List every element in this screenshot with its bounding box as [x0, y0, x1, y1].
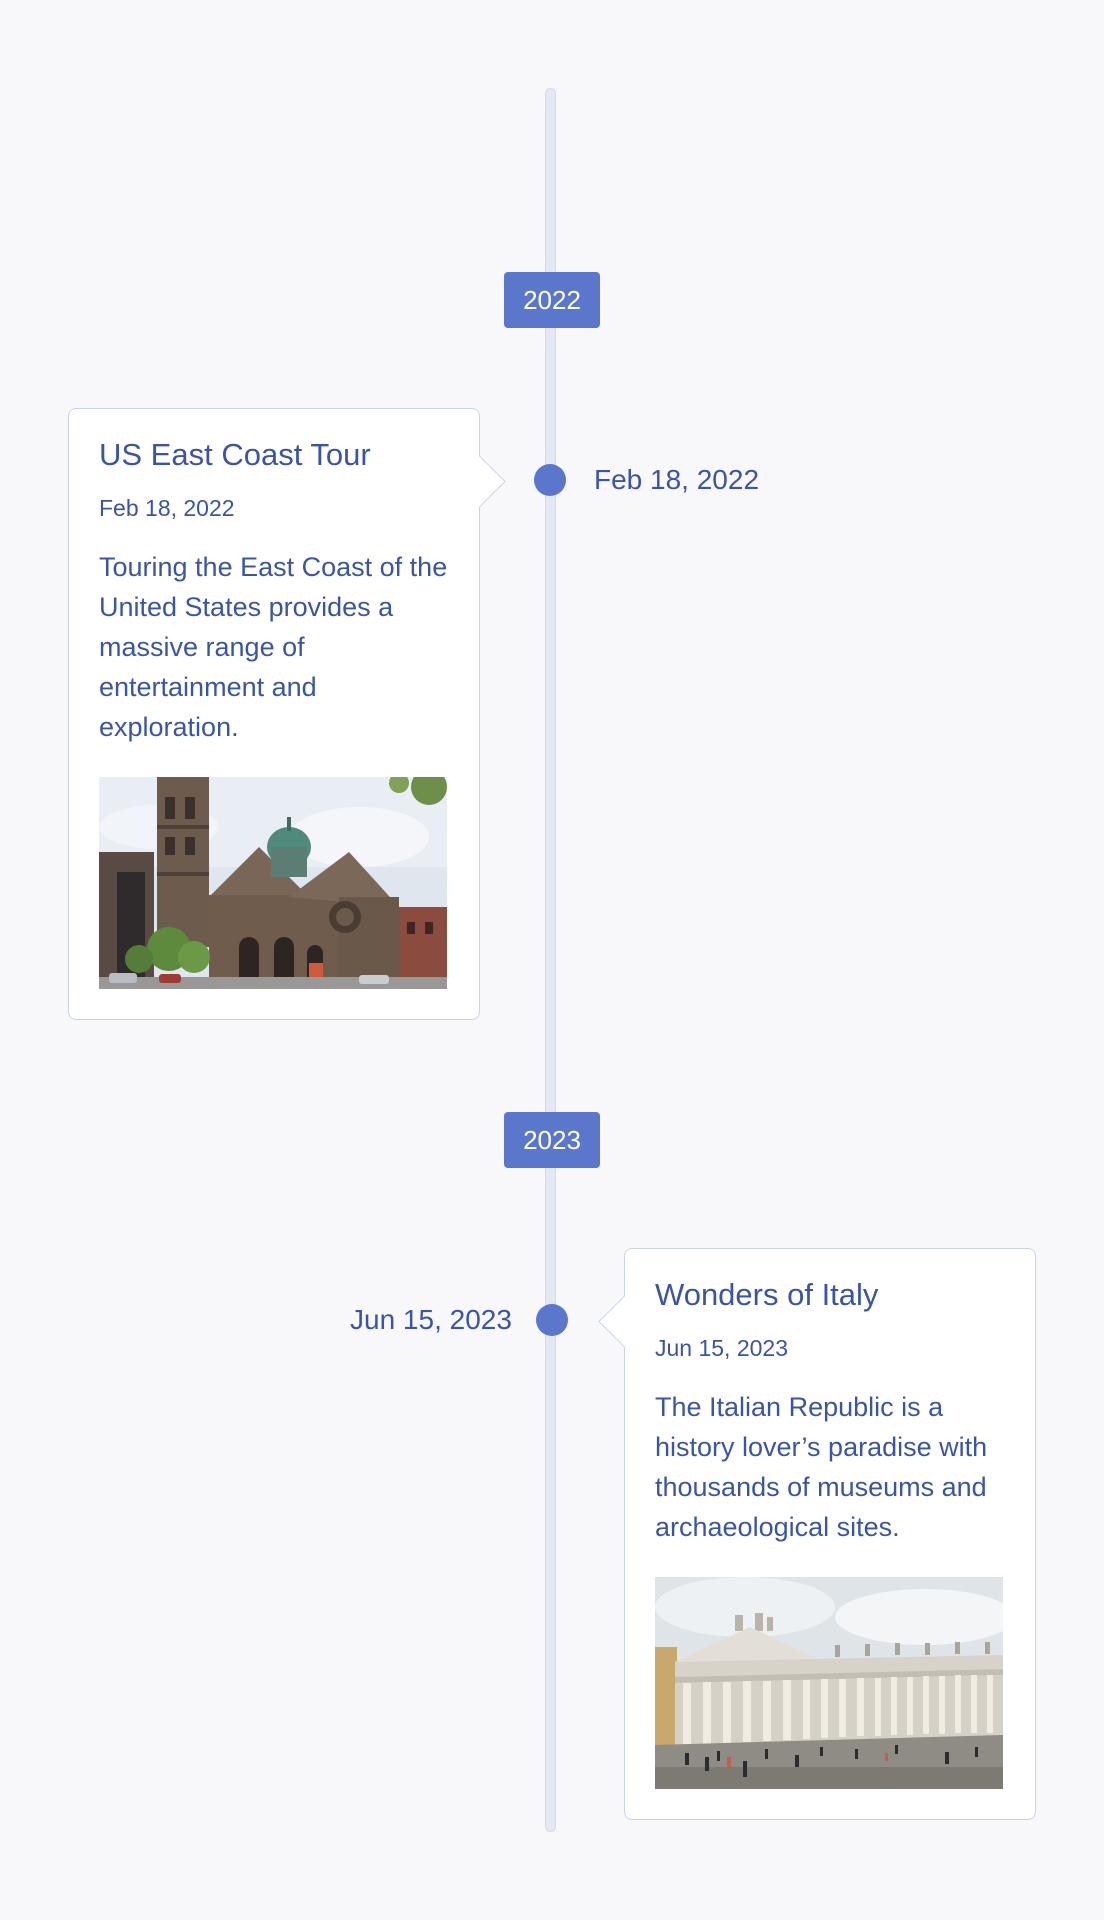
event-date: Feb 18, 2022 [99, 495, 235, 521]
event-date-label: Jun 15, 2023 [350, 1304, 512, 1335]
church-photo [99, 777, 447, 989]
event-card-us-east-coast[interactable]: US East Coast Tour Feb 18, 2022 Touring … [68, 408, 506, 1020]
card-pointer [598, 1295, 651, 1348]
event-date: Jun 15, 2023 [655, 1335, 789, 1361]
timeline-dot[interactable] [534, 464, 566, 496]
year-badge-2022: 2022 [504, 272, 600, 328]
event-description: The Italian Republic is a history lover’… [655, 1392, 988, 1542]
event-date-label: Feb 18, 2022 [594, 464, 760, 495]
year-badge-2023: 2023 [504, 1112, 600, 1168]
event-description: Touring the East Coast of the United Sta… [99, 552, 448, 742]
event-title: US East Coast Tour [99, 437, 371, 472]
event-card-wonders-of-italy[interactable]: Wonders of Italy Jun 15, 2023 The Italia… [598, 1248, 1036, 1820]
timeline-line [545, 88, 556, 1832]
timeline-dot[interactable] [536, 1304, 568, 1336]
colonnade-photo [655, 1577, 1003, 1789]
event-title: Wonders of Italy [655, 1277, 879, 1312]
card-pointer [453, 455, 506, 508]
